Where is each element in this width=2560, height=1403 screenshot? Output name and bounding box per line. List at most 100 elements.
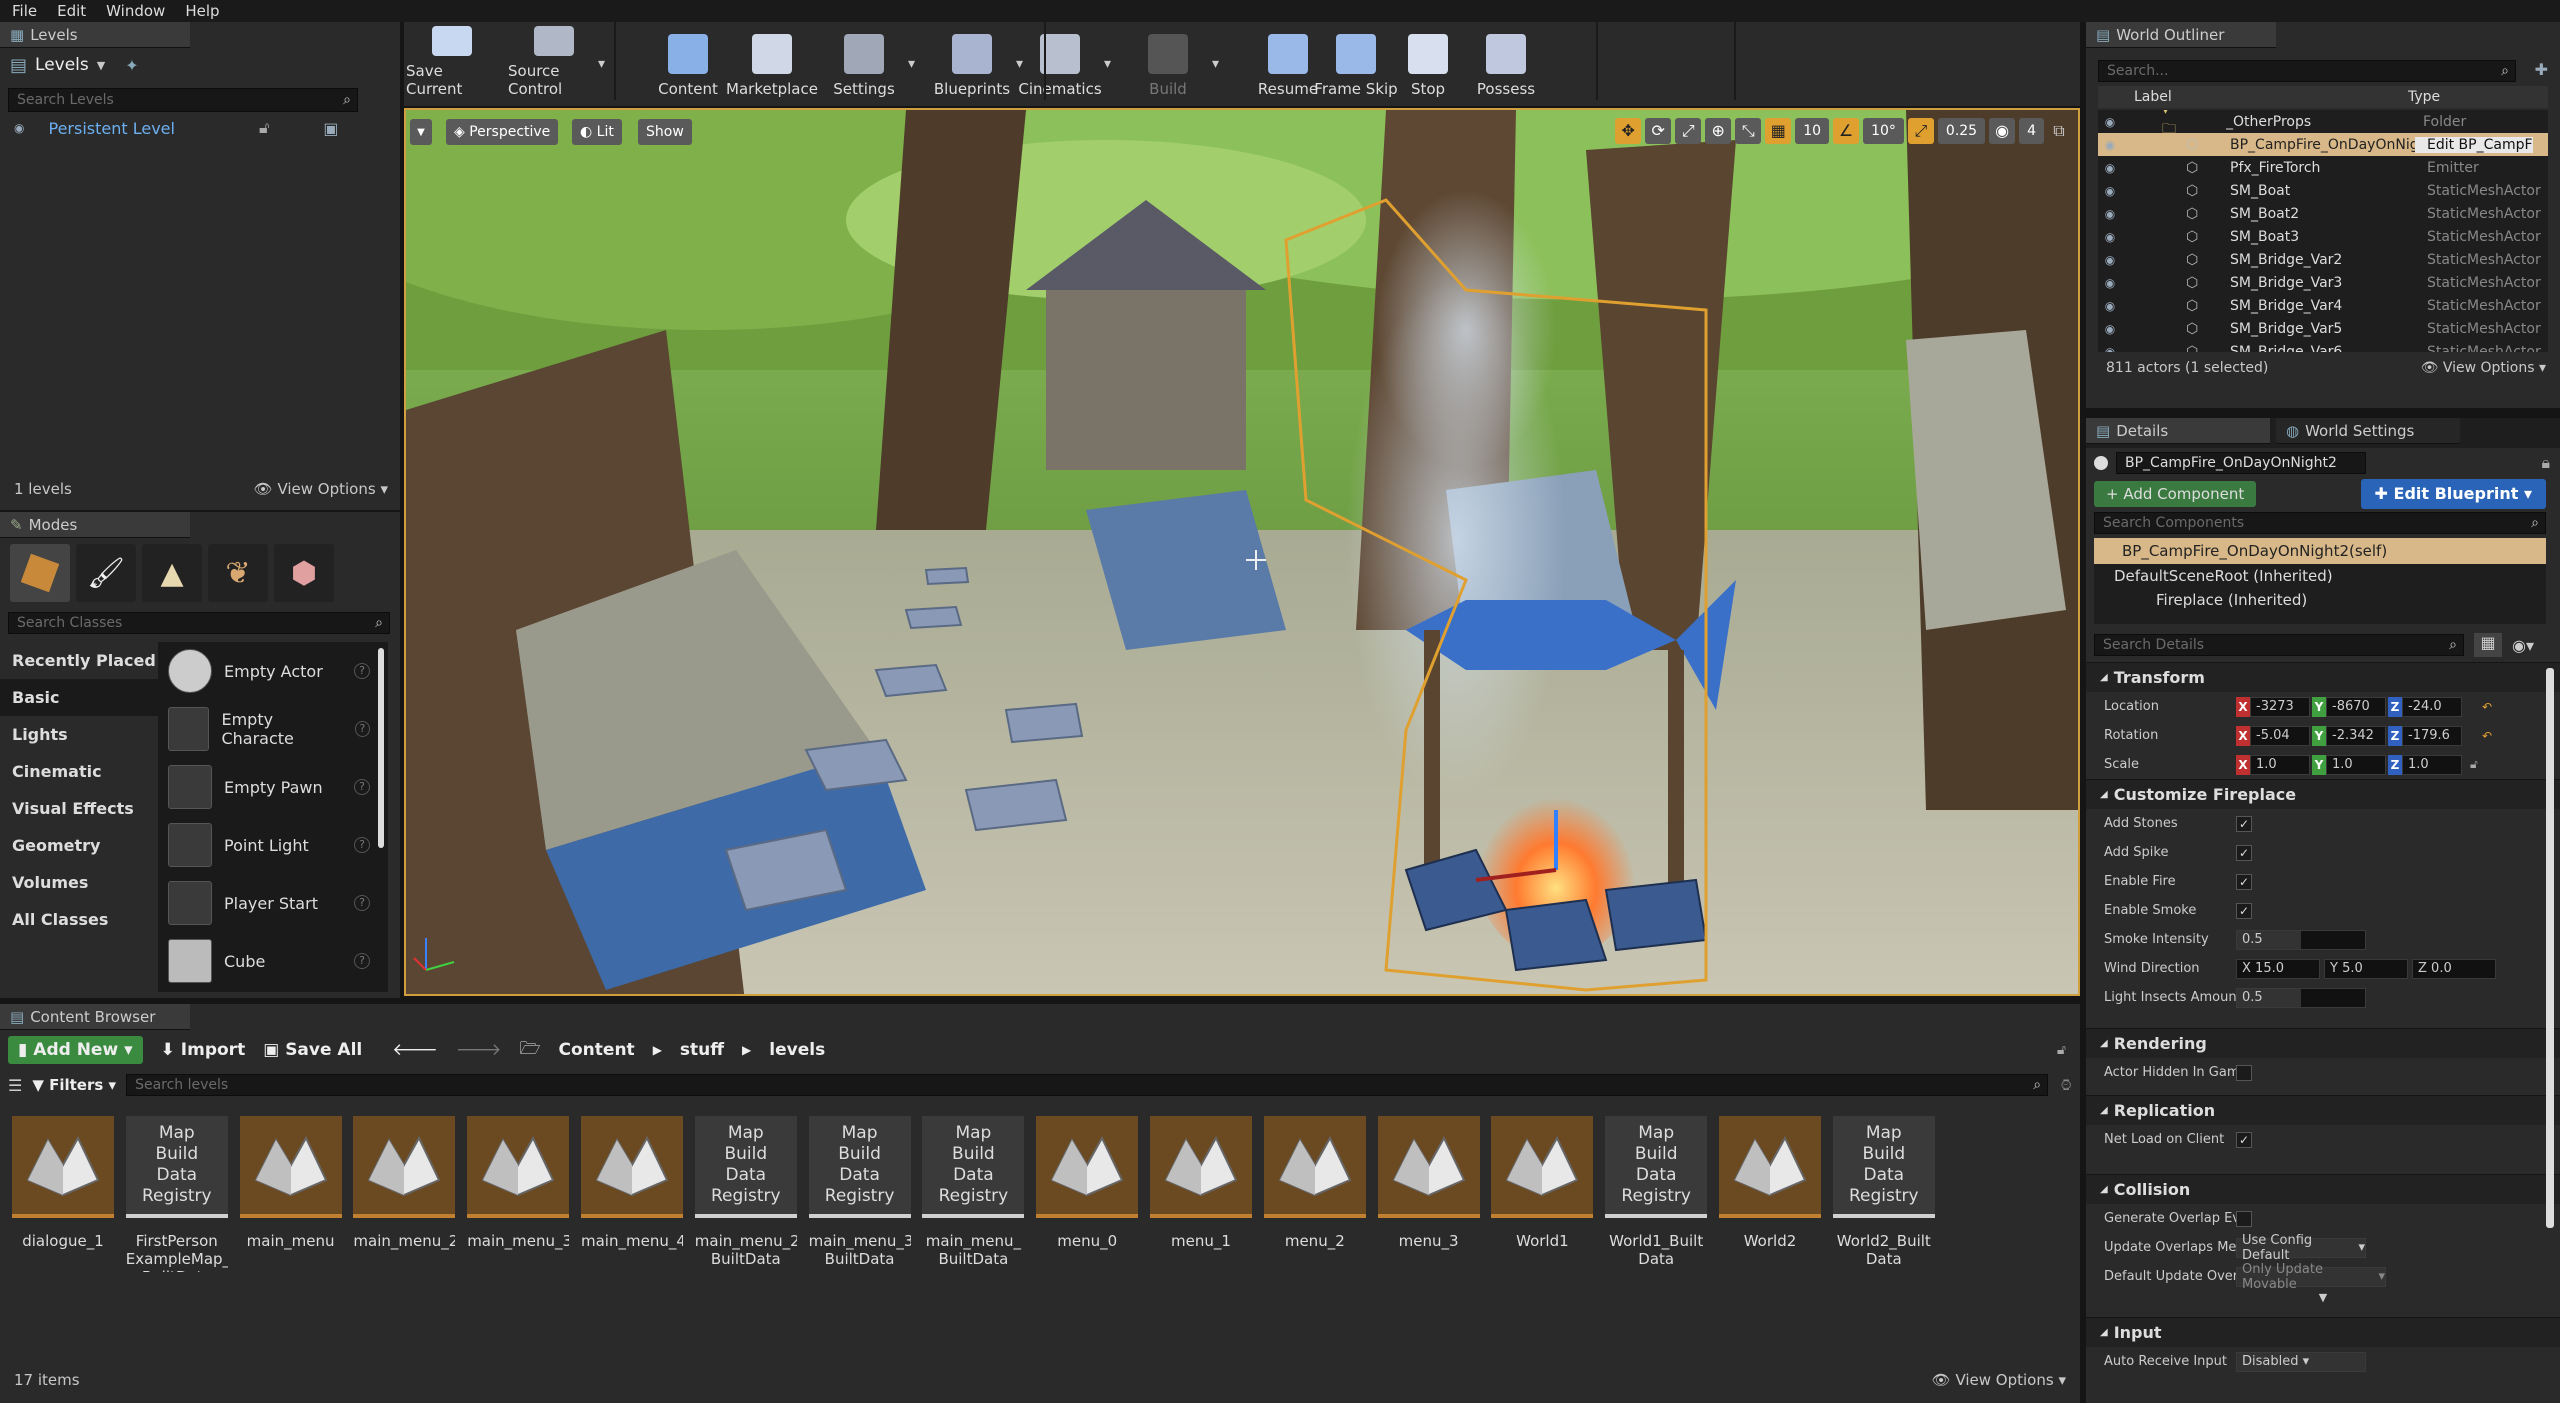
outliner-folder-row[interactable]: ◉▾🗀︎_OtherPropsFolder xyxy=(2098,110,2548,137)
outliner-row[interactable]: ◉ ⬡ SM_Boat2 StaticMeshActor xyxy=(2098,202,2548,225)
foliage-mode-icon[interactable]: ❦ xyxy=(208,544,268,602)
chevron-down-icon[interactable]: ▾ xyxy=(1104,56,1111,72)
levels-title[interactable]: Levels xyxy=(35,55,89,75)
chevron-down-icon[interactable]: ▾ xyxy=(908,56,915,72)
levels-tab[interactable]: ▦ Levels xyxy=(0,22,190,48)
edit-blueprint-button[interactable]: ✚ Edit Blueprint ▾ xyxy=(2360,479,2546,509)
help-icon[interactable]: ? xyxy=(354,837,370,853)
rotation-z-field[interactable]: -179.6 xyxy=(2402,725,2462,746)
eye-icon[interactable]: ◉ xyxy=(2098,161,2122,175)
net-load-checkbox[interactable]: ✓ xyxy=(2236,1131,2252,1148)
chevron-down-icon[interactable]: ▼ xyxy=(97,59,105,72)
world-settings-tab[interactable]: ◍ World Settings xyxy=(2276,418,2460,444)
world-outliner-tab[interactable]: ▤ World Outliner xyxy=(2086,22,2276,48)
asset-tile[interactable]: Map Build Data Registry World1_Built Data xyxy=(1605,1116,1708,1272)
outliner-row[interactable]: ◉ ⬡ SM_Boat StaticMeshActor xyxy=(2098,179,2548,202)
back-arrow-icon[interactable]: 🡐 xyxy=(392,1040,438,1060)
components-search-input[interactable]: Search Components ⌕ xyxy=(2094,512,2546,534)
scale-z-field[interactable]: 1.0 xyxy=(2402,754,2462,775)
asset-tile[interactable]: menu_3 xyxy=(1377,1116,1480,1272)
grid-snap-icon[interactable]: ▦ xyxy=(1765,118,1792,144)
actor-hidden-checkbox[interactable] xyxy=(2236,1064,2252,1081)
add-new-button[interactable]: ▮ Add New ▾ xyxy=(8,1036,143,1064)
modes-scrollbar[interactable] xyxy=(378,648,384,848)
angle-snap-icon[interactable]: ∠ xyxy=(1833,118,1860,144)
category-cinematic[interactable]: Cinematic xyxy=(0,753,158,790)
lock-scale-icon[interactable]: 🔓︎ xyxy=(2470,757,2478,772)
lock-icon[interactable]: 🔒︎ xyxy=(2541,453,2550,473)
menu-window[interactable]: Window xyxy=(106,2,165,20)
scale-icon[interactable]: ⤢ xyxy=(1675,118,1702,144)
levels-search-input[interactable]: Search Levels ⌕ xyxy=(8,88,358,112)
category-recently-placed[interactable]: Recently Placed xyxy=(0,642,158,679)
eye-icon[interactable]: ◉ xyxy=(2098,207,2122,221)
mode-item-empty-pawn[interactable]: Empty Pawn? xyxy=(158,758,388,816)
details-scrollbar[interactable] xyxy=(2546,668,2554,1228)
category-volumes[interactable]: Volumes xyxy=(0,864,158,901)
expand-advanced-icon[interactable]: ▼ xyxy=(2086,1291,2560,1309)
rotation-x-field[interactable]: -5.04 xyxy=(2250,725,2310,746)
category-basic[interactable]: Basic xyxy=(0,679,158,716)
eye-icon[interactable]: ◉ xyxy=(2098,345,2122,353)
asset-tile[interactable]: Map Build Data Registry main_menu_ BuiltD… xyxy=(922,1116,1025,1272)
asset-tile[interactable]: Map Build Data Registry main_menu_2_ Buil… xyxy=(694,1116,797,1272)
details-search-input[interactable]: Search Details ⌕ xyxy=(2094,634,2464,656)
translate-icon[interactable]: ✥ xyxy=(1615,118,1642,144)
add-spike-checkbox[interactable]: ✓ xyxy=(2236,844,2252,861)
chevron-down-icon[interactable]: ▾ xyxy=(1212,56,1219,72)
maximize-icon[interactable]: ⧉ xyxy=(2048,118,2070,144)
filters-button[interactable]: ▼ Filters ▾ xyxy=(32,1076,116,1094)
grid-size[interactable]: 10 xyxy=(1795,118,1830,144)
content-browser-tab[interactable]: ▤ Content Browser xyxy=(0,1004,190,1030)
level-viewport[interactable]: ▼ ◈ Perspective ◐ Lit Show ✥ ⟳ ⤢ ⊕ ⤡ ▦ 1… xyxy=(404,108,2080,996)
customize-fireplace-section[interactable]: ◢ Customize Fireplace xyxy=(2086,779,2560,809)
default-update-dropdown[interactable]: Only Update Movable ▾ xyxy=(2236,1262,2386,1292)
help-icon[interactable]: ? xyxy=(354,721,370,737)
lock-icon[interactable]: 🔓︎ xyxy=(2057,1042,2066,1058)
persistent-level-row[interactable]: ◉ Persistent Level 🔓︎ ▣ xyxy=(0,116,400,140)
world-icon[interactable]: ⊕ xyxy=(1705,118,1732,144)
outliner-search-input[interactable]: Search... ⌕ xyxy=(2098,60,2516,82)
outliner-row[interactable]: ◉ ⬡ SM_Bridge_Var2 StaticMeshActor xyxy=(2098,248,2548,271)
help-icon[interactable]: ? xyxy=(354,953,370,969)
history-icon[interactable]: ⌚︎ xyxy=(2058,1074,2074,1097)
asset-tile[interactable]: World2 xyxy=(1719,1116,1821,1272)
reset-location-icon[interactable]: ↶ xyxy=(2482,700,2492,714)
toolbar-build-button[interactable]: Build xyxy=(1122,26,1214,98)
content-view-options[interactable]: 👁︎ View Options ▾ xyxy=(1932,1371,2066,1389)
help-icon[interactable]: ? xyxy=(354,663,370,679)
breadcrumb-levels[interactable]: levels xyxy=(769,1040,825,1060)
eye-icon[interactable]: ◉ xyxy=(14,121,24,135)
toolbar-content-button[interactable]: Content xyxy=(642,26,734,98)
forward-arrow-icon[interactable]: 🡒 xyxy=(456,1040,502,1060)
place-mode-icon[interactable] xyxy=(10,544,70,602)
menu-file[interactable]: File xyxy=(12,2,37,20)
mode-item-empty-actor[interactable]: Empty Actor? xyxy=(158,642,388,700)
save-all-button[interactable]: ▣ Save All xyxy=(263,1040,362,1060)
enable-smoke-checkbox[interactable]: ✓ xyxy=(2236,902,2252,919)
update-overlaps-dropdown[interactable]: Use Config Default ▾ xyxy=(2236,1233,2366,1263)
breadcrumb-stuff[interactable]: stuff xyxy=(680,1040,724,1060)
outliner-view-options[interactable]: 👁︎ View Options ▾ xyxy=(2421,360,2546,376)
outliner-row[interactable]: ◉ ⬡ SM_Bridge_Var3 StaticMeshActor xyxy=(2098,271,2548,294)
levels-settings-icon[interactable]: ✦ xyxy=(125,56,138,75)
asset-tile[interactable]: main_menu xyxy=(239,1116,342,1272)
eye-icon[interactable]: ◉ xyxy=(2098,184,2122,198)
eye-icon[interactable]: ◉ xyxy=(2098,230,2122,244)
angle-size[interactable]: 10° xyxy=(1863,118,1904,144)
content-search-input[interactable]: Search levels ⌕ xyxy=(126,1074,2049,1096)
chevron-down-icon[interactable]: ▾ xyxy=(598,56,605,72)
eye-icon[interactable]: ◉ xyxy=(2098,299,2122,313)
add-stones-checkbox[interactable]: ✓ xyxy=(2236,815,2252,832)
menu-help[interactable]: Help xyxy=(185,2,219,20)
asset-tile[interactable]: World1 xyxy=(1491,1116,1594,1272)
rendering-section[interactable]: ◢ Rendering xyxy=(2086,1028,2560,1058)
mode-item-point-light[interactable]: Point Light? xyxy=(158,816,388,874)
surface-snap-icon[interactable]: ⤡ xyxy=(1735,118,1762,144)
category-lights[interactable]: Lights xyxy=(0,716,158,753)
breadcrumb-content[interactable]: Content xyxy=(559,1040,635,1060)
category-visual-effects[interactable]: Visual Effects xyxy=(0,790,158,827)
eye-icon[interactable]: ◉ xyxy=(2098,138,2122,152)
help-icon[interactable]: ? xyxy=(354,895,370,911)
location-z-field[interactable]: -24.0 xyxy=(2402,696,2462,717)
